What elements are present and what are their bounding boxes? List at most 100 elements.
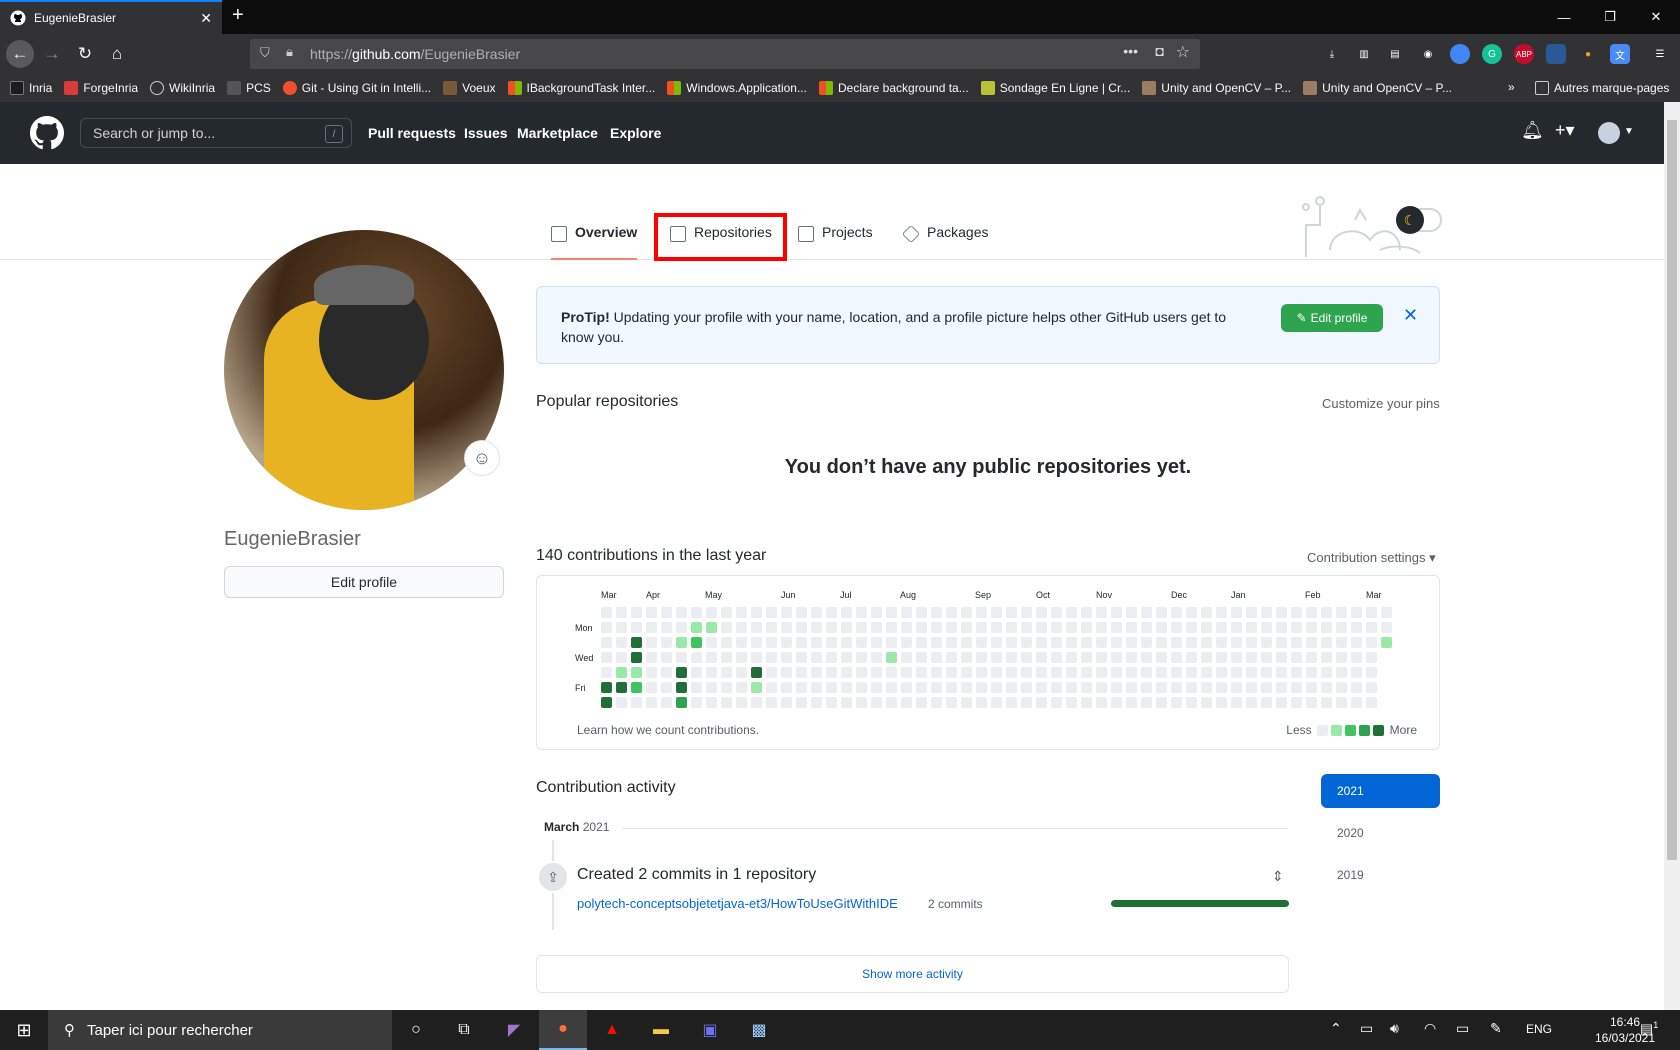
contribution-day-cell[interactable]	[961, 622, 972, 633]
contribution-day-cell[interactable]	[1081, 622, 1092, 633]
contribution-day-cell[interactable]	[1336, 622, 1347, 633]
contribution-day-cell[interactable]	[736, 622, 747, 633]
contribution-day-cell[interactable]	[1066, 667, 1077, 678]
contribution-day-cell[interactable]	[616, 667, 627, 678]
taskbar-search-input[interactable]: ⚲ Taper ici pour rechercher	[48, 1010, 392, 1050]
wifi-icon[interactable]: ◠	[1424, 1020, 1436, 1037]
contribution-day-cell[interactable]	[931, 667, 942, 678]
contribution-day-cell[interactable]	[1186, 697, 1197, 708]
contribution-day-cell[interactable]	[916, 637, 927, 648]
contribution-day-cell[interactable]	[826, 607, 837, 618]
contribution-day-cell[interactable]	[886, 607, 897, 618]
contribution-day-cell[interactable]	[781, 697, 792, 708]
contribution-day-cell[interactable]	[1036, 637, 1047, 648]
notification-icon[interactable]: ▤1	[1640, 1020, 1658, 1038]
contribution-day-cell[interactable]	[976, 667, 987, 678]
contribution-day-cell[interactable]	[1096, 697, 1107, 708]
contribution-day-cell[interactable]	[616, 697, 627, 708]
contribution-day-cell[interactable]	[1201, 682, 1212, 693]
contribution-day-cell[interactable]	[826, 682, 837, 693]
contribution-day-cell[interactable]	[616, 637, 627, 648]
contribution-day-cell[interactable]	[691, 697, 702, 708]
contribution-day-cell[interactable]	[751, 607, 762, 618]
contribution-day-cell[interactable]	[946, 682, 957, 693]
contribution-day-cell[interactable]	[901, 607, 912, 618]
contribution-day-cell[interactable]	[1261, 607, 1272, 618]
contribution-day-cell[interactable]	[616, 622, 627, 633]
jetbrains-icon[interactable]: ▣	[686, 1010, 734, 1050]
contribution-day-cell[interactable]	[826, 652, 837, 663]
contribution-day-cell[interactable]	[1261, 682, 1272, 693]
contribution-day-cell[interactable]	[1126, 637, 1137, 648]
contribution-day-cell[interactable]	[946, 697, 957, 708]
contribution-day-cell[interactable]	[1096, 667, 1107, 678]
contribution-day-cell[interactable]	[1081, 607, 1092, 618]
contribution-day-cell[interactable]	[826, 697, 837, 708]
contribution-day-cell[interactable]	[691, 652, 702, 663]
contribution-day-cell[interactable]	[1366, 697, 1377, 708]
bookmark[interactable]: Git - Using Git in Intelli...	[282, 81, 431, 95]
contribution-day-cell[interactable]	[721, 622, 732, 633]
contribution-day-cell[interactable]	[721, 667, 732, 678]
contribution-day-cell[interactable]	[736, 667, 747, 678]
contribution-day-cell[interactable]	[766, 637, 777, 648]
contribution-day-cell[interactable]	[601, 652, 612, 663]
contribution-day-cell[interactable]	[916, 697, 927, 708]
contribution-day-cell[interactable]	[826, 637, 837, 648]
contribution-day-cell[interactable]	[1156, 607, 1167, 618]
contribution-day-cell[interactable]	[811, 697, 822, 708]
nav-marketplace[interactable]: Marketplace	[517, 125, 598, 141]
contribution-day-cell[interactable]	[706, 682, 717, 693]
contribution-day-cell[interactable]	[1141, 667, 1152, 678]
contribution-day-cell[interactable]	[1021, 622, 1032, 633]
contribution-day-cell[interactable]	[961, 637, 972, 648]
contribution-day-cell[interactable]	[991, 667, 1002, 678]
contribution-day-cell[interactable]	[1261, 667, 1272, 678]
contribution-day-cell[interactable]	[766, 622, 777, 633]
contribution-day-cell[interactable]	[616, 607, 627, 618]
tab-projects[interactable]: Projects	[798, 224, 873, 260]
contribution-day-cell[interactable]	[1156, 667, 1167, 678]
contribution-day-cell[interactable]	[1366, 667, 1377, 678]
contribution-day-cell[interactable]	[886, 652, 897, 663]
contribution-day-cell[interactable]	[661, 697, 672, 708]
contribution-day-cell[interactable]	[931, 652, 942, 663]
contribution-day-cell[interactable]	[1126, 622, 1137, 633]
minimize-icon[interactable]: —	[1541, 0, 1587, 34]
contribution-day-cell[interactable]	[811, 637, 822, 648]
contribution-day-cell[interactable]	[691, 622, 702, 633]
contribution-day-cell[interactable]	[901, 652, 912, 663]
contribution-day-cell[interactable]	[1366, 652, 1377, 663]
contribution-day-cell[interactable]	[1096, 637, 1107, 648]
contribution-day-cell[interactable]	[706, 607, 717, 618]
contribution-day-cell[interactable]	[1021, 637, 1032, 648]
contribution-day-cell[interactable]	[976, 682, 987, 693]
create-new-icon[interactable]: +▾	[1555, 120, 1575, 141]
contribution-day-cell[interactable]	[1171, 697, 1182, 708]
contribution-day-cell[interactable]	[826, 622, 837, 633]
contribution-day-cell[interactable]	[946, 652, 957, 663]
account-icon[interactable]: ◉	[1418, 44, 1438, 64]
contribution-day-cell[interactable]	[946, 637, 957, 648]
contribution-day-cell[interactable]	[871, 697, 882, 708]
contribution-day-cell[interactable]	[856, 622, 867, 633]
contribution-day-cell[interactable]	[1276, 667, 1287, 678]
user-avatar-icon[interactable]	[1598, 122, 1620, 144]
contribution-day-cell[interactable]	[706, 697, 717, 708]
contribution-day-cell[interactable]	[1036, 652, 1047, 663]
bookmark[interactable]: Windows.Application...	[667, 81, 807, 95]
nav-pull-requests[interactable]: Pull requests	[368, 125, 456, 141]
contribution-day-cell[interactable]	[1321, 697, 1332, 708]
contribution-day-cell[interactable]	[841, 697, 852, 708]
contribution-day-cell[interactable]	[1306, 652, 1317, 663]
contribution-day-cell[interactable]	[1306, 667, 1317, 678]
contribution-day-cell[interactable]	[901, 682, 912, 693]
tab-packages[interactable]: Packages	[901, 224, 988, 260]
page-scrollbar[interactable]	[1664, 102, 1680, 1010]
contribution-day-cell[interactable]	[766, 682, 777, 693]
contribution-day-cell[interactable]	[976, 622, 987, 633]
pocket-icon[interactable]: ◘	[1156, 43, 1164, 59]
contribution-day-cell[interactable]	[856, 682, 867, 693]
contribution-day-cell[interactable]	[796, 607, 807, 618]
bookmark[interactable]: ForgeInria	[64, 81, 138, 95]
